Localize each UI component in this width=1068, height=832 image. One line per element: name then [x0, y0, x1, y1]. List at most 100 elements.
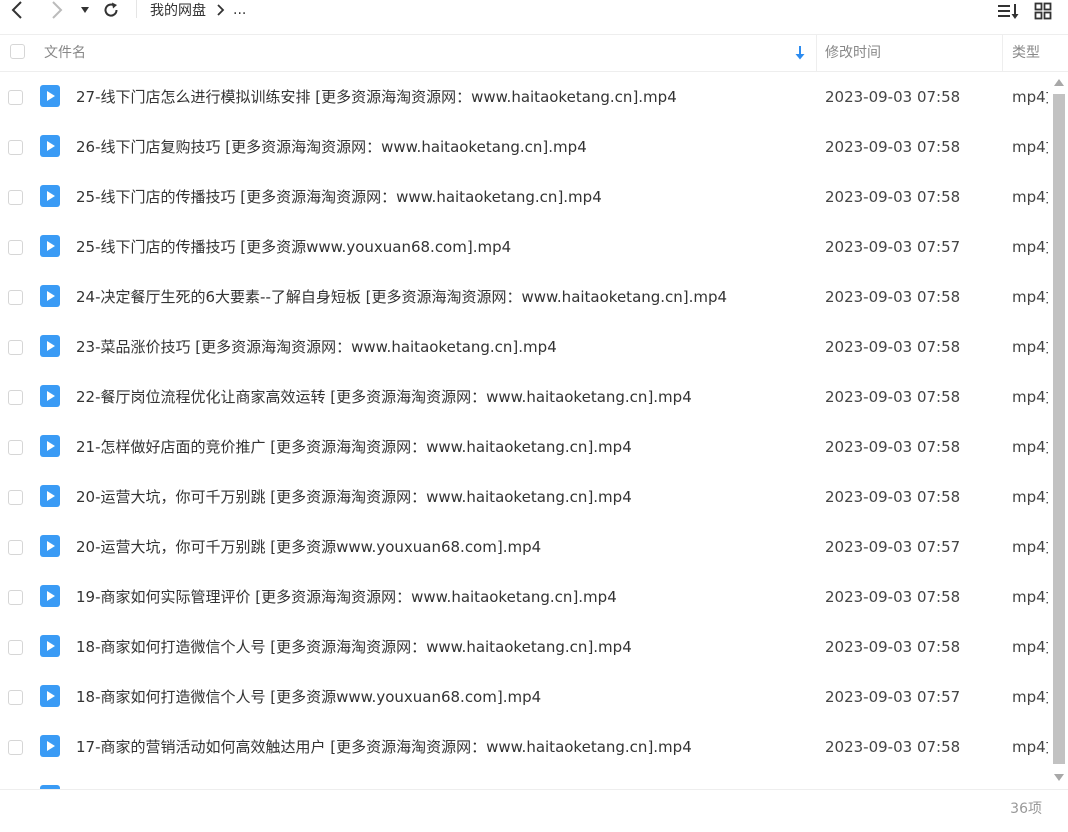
table-row[interactable]: 18-商家如何打造微信个人号 [更多资源海淘资源网：www.haitaoketa… — [0, 622, 1050, 672]
file-name[interactable]: 18-商家如何打造微信个人号 [更多资源海淘资源网：www.haitaoketa… — [76, 622, 632, 672]
table-row[interactable]: 22-餐厅岗位流程优化让商家高效运转 [更多资源海淘资源网：www.haitao… — [0, 372, 1050, 422]
forward-button[interactable] — [46, 0, 68, 20]
file-name[interactable]: 25-线下门店的传播技巧 [更多资源www.youxuan68.com].mp4 — [76, 222, 511, 272]
grid-view-icon — [1034, 2, 1052, 20]
refresh-button[interactable] — [100, 0, 122, 20]
file-type: mp4文件 — [1012, 138, 1048, 156]
row-checkbox[interactable] — [8, 290, 23, 305]
back-button[interactable] — [6, 0, 28, 20]
file-name[interactable]: 27-线下门店怎么进行模拟训练安排 [更多资源海淘资源网：www.haitaok… — [76, 72, 677, 122]
file-modified: 2023-09-03 07:58 — [825, 338, 961, 356]
file-type: mp4文件 — [1012, 688, 1048, 706]
table-row[interactable]: 17-商家的营销活动如何高效触达用户 [更多资源海淘资源网：www.haitao… — [0, 722, 1050, 772]
table-row[interactable]: 24-决定餐厅生死的6大要素--了解自身短板 [更多资源海淘资源网：www.ha… — [0, 272, 1050, 322]
row-checkbox[interactable] — [8, 440, 23, 455]
file-modified: 2023-09-03 07:57 — [825, 538, 961, 556]
row-checkbox[interactable] — [8, 490, 23, 505]
table-row[interactable]: 19-商家如何实际管理评价 [更多资源海淘资源网：www.haitaoketan… — [0, 572, 1050, 622]
scrollbar-thumb[interactable] — [1053, 94, 1065, 764]
file-type: mp4文件 — [1012, 538, 1048, 556]
table-row[interactable]: 20-运营大坑，你可千万别跳 [更多资源海淘资源网：www.haitaoketa… — [0, 472, 1050, 522]
file-type: mp4文件 — [1012, 638, 1048, 656]
file-type — [1012, 772, 1048, 789]
file-name[interactable]: 26-线下门店复购技巧 [更多资源海淘资源网：www.haitaoketang.… — [76, 122, 587, 172]
row-checkbox[interactable] — [8, 340, 23, 355]
column-modified-header[interactable]: 修改时间 — [825, 35, 881, 71]
file-type: mp4文件 — [1012, 88, 1048, 106]
table-row[interactable]: 26-线下门店复购技巧 [更多资源海淘资源网：www.haitaoketang.… — [0, 122, 1050, 172]
file-modified: 2023-09-03 07:58 — [825, 188, 961, 206]
file-type: mp4文件 — [1012, 338, 1048, 356]
column-divider[interactable] — [1002, 35, 1003, 71]
row-checkbox[interactable] — [8, 740, 23, 755]
chevron-right-icon — [216, 4, 225, 16]
file-type: mp4文件 — [1012, 388, 1048, 406]
file-name[interactable]: 23-菜品涨价技巧 [更多资源海淘资源网：www.haitaoketang.cn… — [76, 322, 557, 372]
column-type-header[interactable]: 类型 — [1012, 35, 1040, 71]
file-modified: 2023-09-03 07:57 — [825, 688, 961, 706]
file-modified: 2023-09-03 07:58 — [825, 588, 961, 606]
row-checkbox[interactable] — [8, 390, 23, 405]
file-name[interactable]: 25-线下门店的传播技巧 [更多资源海淘资源网：www.haitaoketang… — [76, 172, 602, 222]
row-checkbox[interactable] — [8, 640, 23, 655]
toolbar: 我的网盘 ... — [0, 0, 1068, 34]
file-name[interactable]: 21-怎样做好店面的竞价推广 [更多资源海淘资源网：www.haitaoketa… — [76, 422, 632, 472]
video-file-icon — [40, 635, 60, 657]
breadcrumb: 我的网盘 ... — [150, 0, 246, 20]
file-name[interactable]: 20-运营大坑，你可千万别跳 [更多资源海淘资源网：www.haitaoketa… — [76, 472, 632, 522]
breadcrumb-more[interactable]: ... — [233, 2, 246, 18]
table-row[interactable]: 20-运营大坑，你可千万别跳 [更多资源www.youxuan68.com].m… — [0, 522, 1050, 572]
arrow-down-icon[interactable] — [794, 45, 806, 61]
file-type: mp4文件 — [1012, 488, 1048, 506]
sort-icon — [998, 4, 1019, 19]
caret-down-icon — [81, 7, 89, 13]
chevron-right-icon — [52, 1, 63, 19]
video-file-icon — [40, 335, 60, 357]
row-checkbox[interactable] — [8, 590, 23, 605]
video-file-icon — [40, 435, 60, 457]
file-modified: 2023-09-03 07:58 — [825, 638, 961, 656]
table-row[interactable]: 21-怎样做好店面的竞价推广 [更多资源海淘资源网：www.haitaoketa… — [0, 422, 1050, 472]
select-all-checkbox[interactable] — [10, 44, 25, 59]
file-name[interactable]: 18-商家如何打造微信个人号 [更多资源www.youxuan68.com].m… — [76, 672, 541, 722]
breadcrumb-root[interactable]: 我的网盘 — [150, 0, 206, 20]
table-row[interactable] — [0, 772, 1050, 789]
grid-view-button[interactable] — [1032, 0, 1054, 22]
file-type: mp4文件 — [1012, 738, 1048, 756]
file-list: 27-线下门店怎么进行模拟训练安排 [更多资源海淘资源网：www.haitaok… — [0, 72, 1050, 789]
row-checkbox[interactable] — [8, 90, 23, 105]
file-name[interactable]: 22-餐厅岗位流程优化让商家高效运转 [更多资源海淘资源网：www.haitao… — [76, 372, 692, 422]
file-name[interactable]: 19-商家如何实际管理评价 [更多资源海淘资源网：www.haitaoketan… — [76, 572, 617, 622]
table-row[interactable]: 25-线下门店的传播技巧 [更多资源www.youxuan68.com].mp4… — [0, 222, 1050, 272]
history-dropdown-button[interactable] — [78, 0, 92, 20]
file-type: mp4文件 — [1012, 588, 1048, 606]
video-file-icon — [40, 735, 60, 757]
table-row[interactable]: 23-菜品涨价技巧 [更多资源海淘资源网：www.haitaoketang.cn… — [0, 322, 1050, 372]
table-row[interactable]: 25-线下门店的传播技巧 [更多资源海淘资源网：www.haitaoketang… — [0, 172, 1050, 222]
file-name[interactable]: 20-运营大坑，你可千万别跳 [更多资源www.youxuan68.com].m… — [76, 522, 541, 572]
file-name[interactable]: 17-商家的营销活动如何高效触达用户 [更多资源海淘资源网：www.haitao… — [76, 722, 692, 772]
file-modified: 2023-09-03 07:58 — [825, 138, 961, 156]
scroll-down-arrow-icon[interactable] — [1053, 770, 1065, 784]
column-divider[interactable] — [816, 35, 817, 71]
scroll-up-arrow-icon[interactable] — [1053, 76, 1065, 90]
file-modified: 2023-09-03 07:58 — [825, 88, 961, 106]
file-modified: 2023-09-03 07:58 — [825, 288, 961, 306]
file-modified: 2023-09-03 07:58 — [825, 738, 961, 756]
row-checkbox[interactable] — [8, 540, 23, 555]
table-row[interactable]: 18-商家如何打造微信个人号 [更多资源www.youxuan68.com].m… — [0, 672, 1050, 722]
row-checkbox[interactable] — [8, 240, 23, 255]
row-checkbox[interactable] — [8, 690, 23, 705]
row-checkbox[interactable] — [8, 140, 23, 155]
file-type: mp4文件 — [1012, 188, 1048, 206]
sort-button[interactable] — [996, 0, 1020, 22]
table-row[interactable]: 27-线下门店怎么进行模拟训练安排 [更多资源海淘资源网：www.haitaok… — [0, 72, 1050, 122]
item-count: 36项 — [1010, 801, 1042, 817]
row-checkbox[interactable] — [8, 190, 23, 205]
toolbar-divider — [136, 0, 137, 18]
video-file-icon — [40, 185, 60, 207]
file-name[interactable]: 24-决定餐厅生死的6大要素--了解自身短板 [更多资源海淘资源网：www.ha… — [76, 272, 727, 322]
vertical-scrollbar[interactable] — [1052, 76, 1066, 786]
column-name-header[interactable]: 文件名 — [44, 35, 86, 71]
video-file-icon — [40, 135, 60, 157]
